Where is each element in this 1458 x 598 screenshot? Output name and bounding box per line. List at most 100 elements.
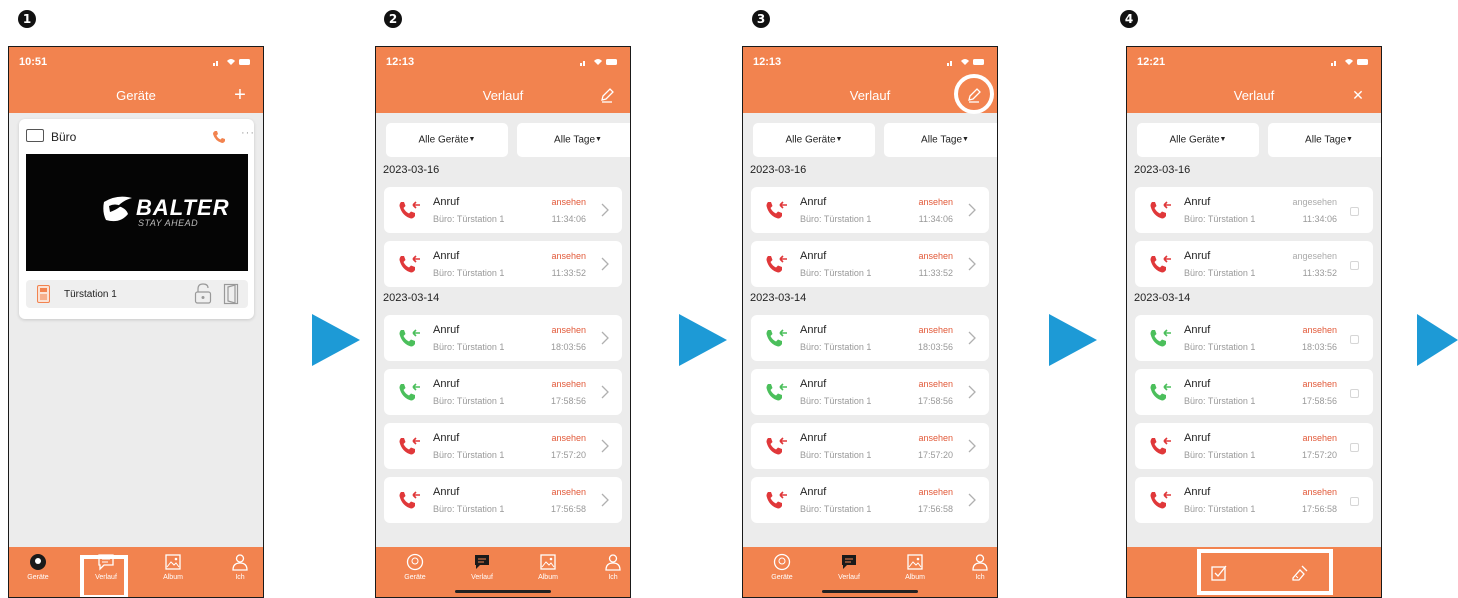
view-status[interactable]: ansehen: [551, 487, 586, 497]
door-station-row[interactable]: Türstation 1: [26, 280, 248, 308]
call-icon[interactable]: [212, 130, 226, 144]
view-status[interactable]: ansehen: [918, 487, 953, 497]
chevron-right-icon[interactable]: [598, 493, 612, 507]
view-status[interactable]: ansehen: [918, 433, 953, 443]
call-history-item[interactable]: Anruf Büro: Türstation 1 ansehen 17:56:58: [384, 477, 622, 523]
missed-call-icon: [399, 201, 420, 219]
device-card[interactable]: Büro ··· BALTER STAY AHEAD Türstation 1: [19, 119, 254, 319]
call-source: Büro: Türstation 1: [1184, 342, 1256, 352]
view-status[interactable]: ansehen: [1302, 325, 1337, 335]
status-time: 12:13: [386, 56, 415, 68]
view-status[interactable]: ansehen: [551, 251, 586, 261]
filter-days-dropdown[interactable]: Alle Tage▼: [1268, 123, 1381, 157]
call-history-item[interactable]: Anruf Büro: Türstation 1 ansehen 18:03:56: [1135, 315, 1373, 361]
chevron-right-icon[interactable]: [598, 257, 612, 271]
view-status[interactable]: ansehen: [1302, 487, 1337, 497]
call-history-item[interactable]: Anruf Büro: Türstation 1 angesehen 11:34:06: [1135, 187, 1373, 233]
filter-devices-dropdown[interactable]: Alle Geräte▼: [753, 123, 875, 157]
call-history-item[interactable]: Anruf Büro: Türstation 1 ansehen 18:03:56: [751, 315, 989, 361]
chevron-right-icon[interactable]: [965, 331, 979, 345]
view-status[interactable]: ansehen: [918, 325, 953, 335]
highlight-circle: [954, 74, 994, 114]
close-edit-button[interactable]: ✕: [1347, 84, 1369, 106]
call-history-item[interactable]: Anruf Büro: Türstation 1 ansehen 17:56:58: [751, 477, 989, 523]
filter-devices-dropdown[interactable]: Alle Geräte▼: [386, 123, 508, 157]
view-status[interactable]: ansehen: [551, 379, 586, 389]
tab-verlauf[interactable]: Verlauf: [824, 553, 874, 581]
status-bar: 12:13: [376, 47, 630, 77]
chevron-right-icon[interactable]: [598, 331, 612, 345]
add-device-button[interactable]: +: [229, 84, 251, 106]
call-source: Büro: Türstation 1: [800, 504, 872, 514]
call-time: 17:56:58: [917, 504, 953, 514]
next-step-arrow-icon: [1417, 314, 1458, 366]
view-status[interactable]: ansehen: [551, 433, 586, 443]
tab-label: Ich: [235, 574, 245, 581]
call-history-item[interactable]: Anruf Büro: Türstation 1 ansehen 17:56:58: [1135, 477, 1373, 523]
select-checkbox[interactable]: [1350, 389, 1359, 398]
tab-geraete[interactable]: Geräte: [390, 553, 440, 581]
call-history-item[interactable]: Anruf Büro: Türstation 1 ansehen 18:03:56: [384, 315, 622, 361]
step-3-badge: 3: [752, 10, 770, 28]
chevron-right-icon[interactable]: [598, 385, 612, 399]
chevron-right-icon[interactable]: [965, 439, 979, 453]
chevron-right-icon[interactable]: [965, 493, 979, 507]
answered-call-icon: [1150, 329, 1171, 347]
select-checkbox[interactable]: [1350, 443, 1359, 452]
edit-pencil-icon[interactable]: [596, 84, 618, 106]
filter-days-dropdown[interactable]: Alle Tage▼: [884, 123, 997, 157]
chevron-right-icon[interactable]: [598, 203, 612, 217]
camera-preview[interactable]: BALTER STAY AHEAD: [26, 154, 248, 271]
call-source: Büro: Türstation 1: [433, 504, 505, 514]
filter-days-dropdown[interactable]: Alle Tage▼: [517, 123, 630, 157]
view-status[interactable]: angesehen: [1292, 197, 1337, 207]
filter-bar: Alle Geräte▼ Alle Tage▼: [743, 113, 997, 157]
tab-geraete[interactable]: Geräte: [757, 553, 807, 581]
tab-album[interactable]: Album: [148, 553, 198, 581]
view-status[interactable]: ansehen: [1302, 433, 1337, 443]
chevron-right-icon[interactable]: [965, 385, 979, 399]
chevron-right-icon[interactable]: [965, 203, 979, 217]
select-checkbox[interactable]: [1350, 207, 1359, 216]
tab-label: Ich: [975, 574, 985, 581]
tab-ich[interactable]: Ich: [215, 553, 263, 581]
unlock-icon[interactable]: [194, 283, 212, 305]
call-history-item[interactable]: Anruf Büro: Türstation 1 ansehen 11:33:52: [751, 241, 989, 287]
view-status[interactable]: ansehen: [918, 379, 953, 389]
date-header: 2023-03-16: [383, 164, 440, 176]
call-history-item[interactable]: Anruf Büro: Türstation 1 ansehen 11:33:52: [384, 241, 622, 287]
tab-ich[interactable]: Ich: [588, 553, 630, 581]
view-status[interactable]: ansehen: [918, 197, 953, 207]
tab-album[interactable]: Album: [890, 553, 940, 581]
call-history-item[interactable]: Anruf Büro: Türstation 1 ansehen 17:57:20: [1135, 423, 1373, 469]
select-checkbox[interactable]: [1350, 261, 1359, 270]
view-status[interactable]: ansehen: [551, 325, 586, 335]
door-open-icon[interactable]: [223, 283, 239, 305]
call-time: 17:58:56: [550, 396, 586, 406]
call-time: 17:58:56: [917, 396, 953, 406]
select-checkbox[interactable]: [1350, 497, 1359, 506]
door-station-icon: [37, 285, 50, 303]
call-history-item[interactable]: Anruf Büro: Türstation 1 angesehen 11:33:52: [1135, 241, 1373, 287]
call-history-item[interactable]: Anruf Büro: Türstation 1 ansehen 17:57:20: [751, 423, 989, 469]
tab-album[interactable]: Album: [523, 553, 573, 581]
more-options-button[interactable]: ···: [241, 127, 255, 139]
tab-geraete[interactable]: Geräte: [13, 553, 63, 581]
call-history-item[interactable]: Anruf Büro: Türstation 1 ansehen 11:34:06: [751, 187, 989, 233]
chevron-right-icon[interactable]: [598, 439, 612, 453]
select-checkbox[interactable]: [1350, 335, 1359, 344]
filter-devices-dropdown[interactable]: Alle Geräte▼: [1137, 123, 1259, 157]
tab-verlauf[interactable]: Verlauf: [457, 553, 507, 581]
chevron-right-icon[interactable]: [965, 257, 979, 271]
view-status[interactable]: ansehen: [551, 197, 586, 207]
view-status[interactable]: ansehen: [918, 251, 953, 261]
missed-call-icon: [399, 437, 420, 455]
call-history-item[interactable]: Anruf Büro: Türstation 1 ansehen 17:58:56: [384, 369, 622, 415]
call-history-item[interactable]: Anruf Büro: Türstation 1 ansehen 11:34:06: [384, 187, 622, 233]
call-history-item[interactable]: Anruf Büro: Türstation 1 ansehen 17:58:56: [1135, 369, 1373, 415]
tab-ich[interactable]: Ich: [955, 553, 997, 581]
call-history-item[interactable]: Anruf Büro: Türstation 1 ansehen 17:57:20: [384, 423, 622, 469]
view-status[interactable]: ansehen: [1302, 379, 1337, 389]
call-history-item[interactable]: Anruf Büro: Türstation 1 ansehen 17:58:56: [751, 369, 989, 415]
view-status[interactable]: angesehen: [1292, 251, 1337, 261]
